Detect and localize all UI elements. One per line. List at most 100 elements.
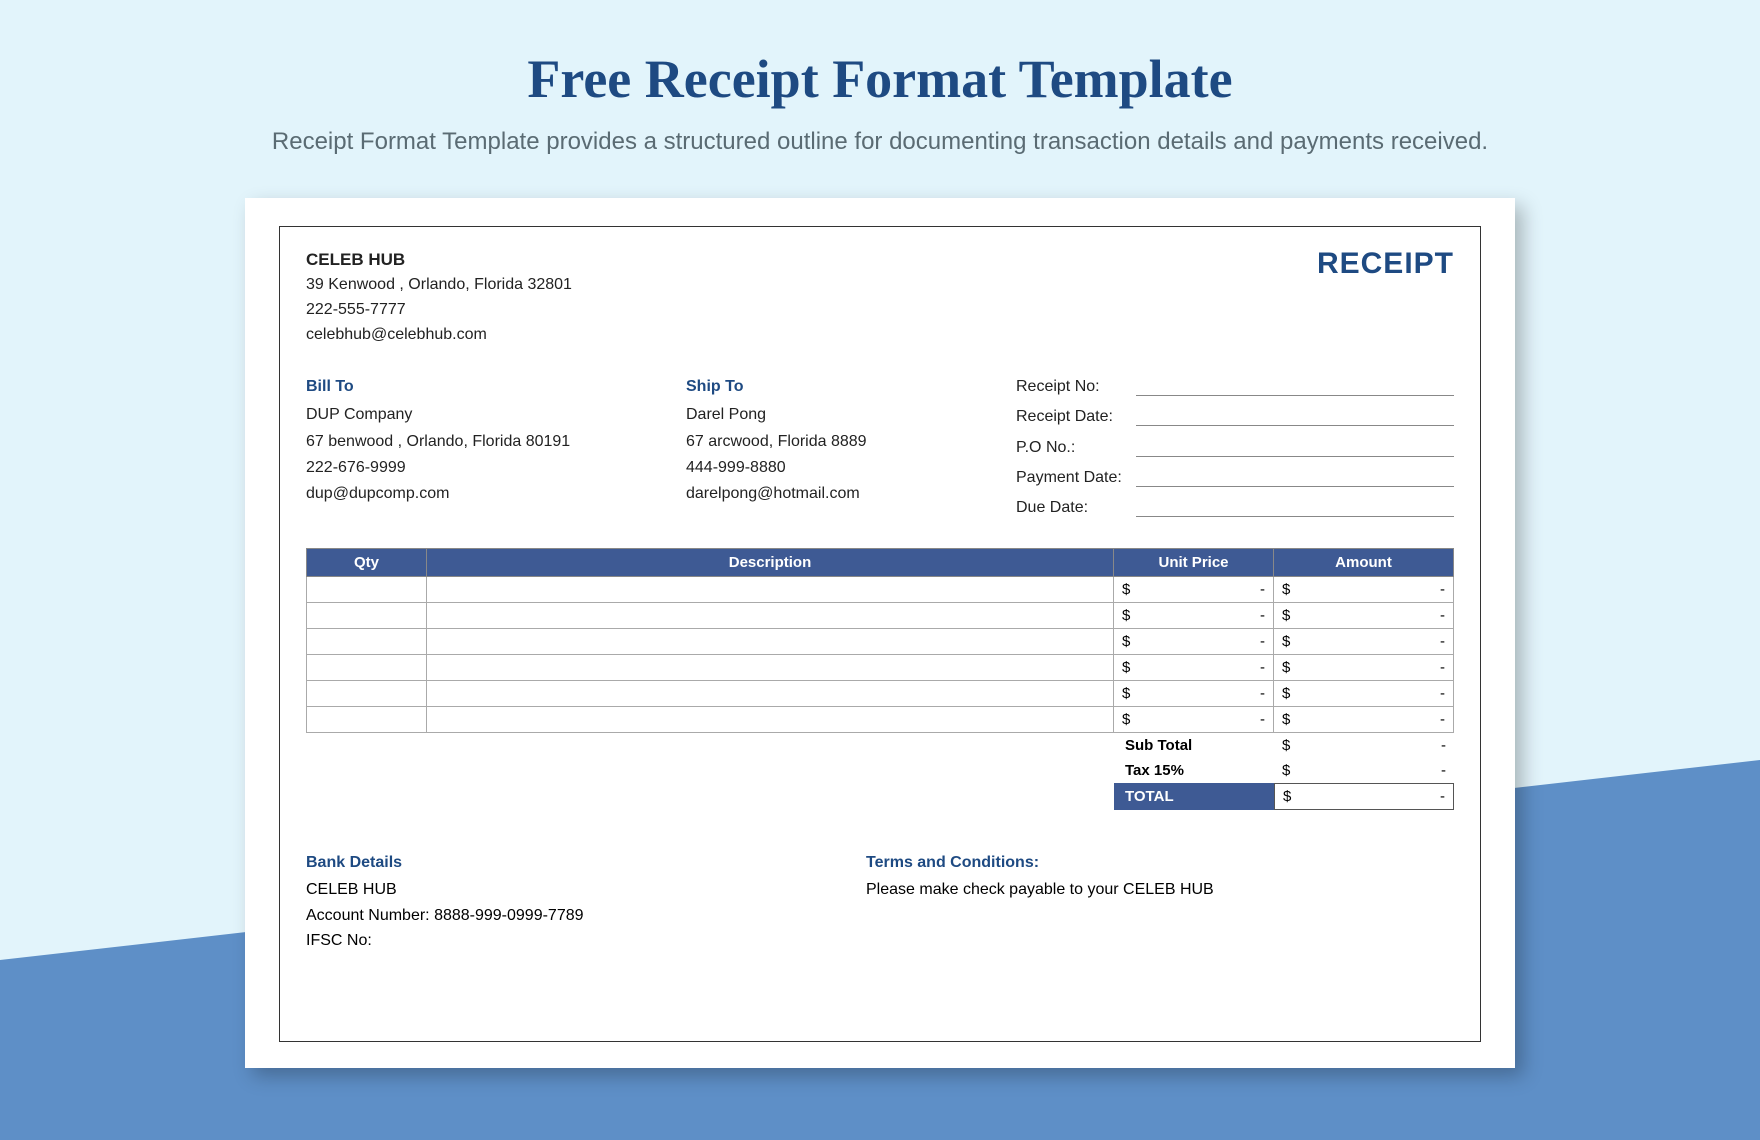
page-subtitle: Receipt Format Template provides a struc…: [0, 128, 1760, 156]
value-dash: -: [1440, 659, 1445, 676]
value-dash: -: [1260, 659, 1265, 676]
bill-to-block: Bill To DUP Company 67 benwood , Orlando…: [306, 374, 686, 526]
terms-block: Terms and Conditions: Please make check …: [866, 850, 1454, 954]
cell-description[interactable]: [427, 628, 1114, 654]
th-amount: Amount: [1274, 548, 1454, 576]
bill-to-phone: 222-676-9999: [306, 455, 686, 481]
cell-amount[interactable]: $-: [1274, 680, 1454, 706]
bank-ifsc-label: IFSC No:: [306, 928, 866, 954]
bill-to-email: dup@dupcomp.com: [306, 481, 686, 507]
cell-description[interactable]: [427, 706, 1114, 732]
bank-details-block: Bank Details CELEB HUB Account Number: 8…: [306, 850, 866, 954]
ship-to-phone: 444-999-8880: [686, 455, 1016, 481]
currency-symbol: $: [1282, 659, 1290, 676]
bank-account-label: Account Number:: [306, 907, 430, 924]
cell-unit-price[interactable]: $-: [1114, 576, 1274, 602]
meta-po-no-field[interactable]: [1136, 439, 1454, 457]
cell-amount[interactable]: $-: [1274, 602, 1454, 628]
currency-symbol: $: [1122, 711, 1130, 728]
currency-symbol: $: [1282, 762, 1290, 779]
meta-due-date-field[interactable]: [1136, 500, 1454, 518]
th-unit-price: Unit Price: [1114, 548, 1274, 576]
bank-heading: Bank Details: [306, 850, 866, 876]
bank-name: CELEB HUB: [306, 877, 866, 903]
meta-payment-date-field[interactable]: [1136, 469, 1454, 487]
subtotal-label: Sub Total: [1114, 733, 1274, 758]
receipt-meta-block: Receipt No: Receipt Date: P.O No.: Payme…: [1016, 374, 1454, 526]
ship-to-name: Darel Pong: [686, 402, 1016, 428]
cell-amount[interactable]: $-: [1274, 576, 1454, 602]
tax-label: Tax 15%: [1114, 758, 1274, 783]
cell-amount[interactable]: $-: [1274, 706, 1454, 732]
table-row: $-$-: [307, 628, 1454, 654]
value-dash: -: [1440, 711, 1445, 728]
meta-receipt-no-field[interactable]: [1136, 378, 1454, 396]
value-dash: -: [1440, 788, 1445, 805]
value-dash: -: [1441, 737, 1446, 754]
currency-symbol: $: [1122, 607, 1130, 624]
cell-unit-price[interactable]: $-: [1114, 628, 1274, 654]
receipt-border: CELEB HUB 39 Kenwood , Orlando, Florida …: [279, 226, 1481, 1042]
value-dash: -: [1440, 685, 1445, 702]
currency-symbol: $: [1282, 685, 1290, 702]
table-row: $-$-: [307, 706, 1454, 732]
currency-symbol: $: [1122, 633, 1130, 650]
value-dash: -: [1440, 633, 1445, 650]
tax-value: $ -: [1274, 758, 1454, 783]
cell-qty[interactable]: [307, 680, 427, 706]
currency-symbol: $: [1283, 788, 1291, 805]
receipt-sheet: CELEB HUB 39 Kenwood , Orlando, Florida …: [245, 198, 1515, 1068]
bill-to-heading: Bill To: [306, 374, 686, 400]
table-row: $-$-: [307, 602, 1454, 628]
ship-to-email: darelpong@hotmail.com: [686, 481, 1016, 507]
company-address: 39 Kenwood , Orlando, Florida 32801: [306, 273, 572, 298]
th-description: Description: [427, 548, 1114, 576]
meta-receipt-no-label: Receipt No:: [1016, 374, 1136, 400]
receipt-label: RECEIPT: [1317, 247, 1454, 348]
currency-symbol: $: [1282, 581, 1290, 598]
currency-symbol: $: [1282, 711, 1290, 728]
cell-unit-price[interactable]: $-: [1114, 706, 1274, 732]
items-table: Qty Description Unit Price Amount $-$-$-…: [306, 548, 1454, 733]
value-dash: -: [1440, 581, 1445, 598]
value-dash: -: [1260, 685, 1265, 702]
cell-description[interactable]: [427, 654, 1114, 680]
page-canvas: Free Receipt Format Template Receipt For…: [0, 0, 1760, 1140]
cell-qty[interactable]: [307, 628, 427, 654]
cell-unit-price[interactable]: $-: [1114, 680, 1274, 706]
cell-amount[interactable]: $-: [1274, 654, 1454, 680]
terms-body: Please make check payable to your CELEB …: [866, 877, 1454, 903]
table-row: $-$-: [307, 654, 1454, 680]
meta-po-no-label: P.O No.:: [1016, 435, 1136, 461]
table-row: $-$-: [307, 680, 1454, 706]
currency-symbol: $: [1282, 633, 1290, 650]
bill-to-address: 67 benwood , Orlando, Florida 80191: [306, 429, 686, 455]
company-email: celebhub@celebhub.com: [306, 323, 572, 348]
cell-description[interactable]: [427, 680, 1114, 706]
cell-unit-price[interactable]: $-: [1114, 602, 1274, 628]
cell-qty[interactable]: [307, 576, 427, 602]
meta-receipt-date-label: Receipt Date:: [1016, 404, 1136, 430]
company-phone: 222-555-7777: [306, 298, 572, 323]
table-row: $-$-: [307, 576, 1454, 602]
cell-description[interactable]: [427, 576, 1114, 602]
currency-symbol: $: [1122, 685, 1130, 702]
meta-receipt-date-field[interactable]: [1136, 409, 1454, 427]
meta-payment-date-label: Payment Date:: [1016, 465, 1136, 491]
ship-to-address: 67 arcwood, Florida 8889: [686, 429, 1016, 455]
bank-account-number: 8888-999-0999-7789: [434, 907, 583, 924]
bank-account-line: Account Number: 8888-999-0999-7789: [306, 903, 866, 929]
currency-symbol: $: [1282, 737, 1290, 754]
cell-qty[interactable]: [307, 654, 427, 680]
currency-symbol: $: [1282, 607, 1290, 624]
value-dash: -: [1440, 607, 1445, 624]
cell-unit-price[interactable]: $-: [1114, 654, 1274, 680]
cell-qty[interactable]: [307, 602, 427, 628]
value-dash: -: [1260, 581, 1265, 598]
cell-qty[interactable]: [307, 706, 427, 732]
cell-description[interactable]: [427, 602, 1114, 628]
cell-amount[interactable]: $-: [1274, 628, 1454, 654]
value-dash: -: [1260, 633, 1265, 650]
ship-to-heading: Ship To: [686, 374, 1016, 400]
th-qty: Qty: [307, 548, 427, 576]
